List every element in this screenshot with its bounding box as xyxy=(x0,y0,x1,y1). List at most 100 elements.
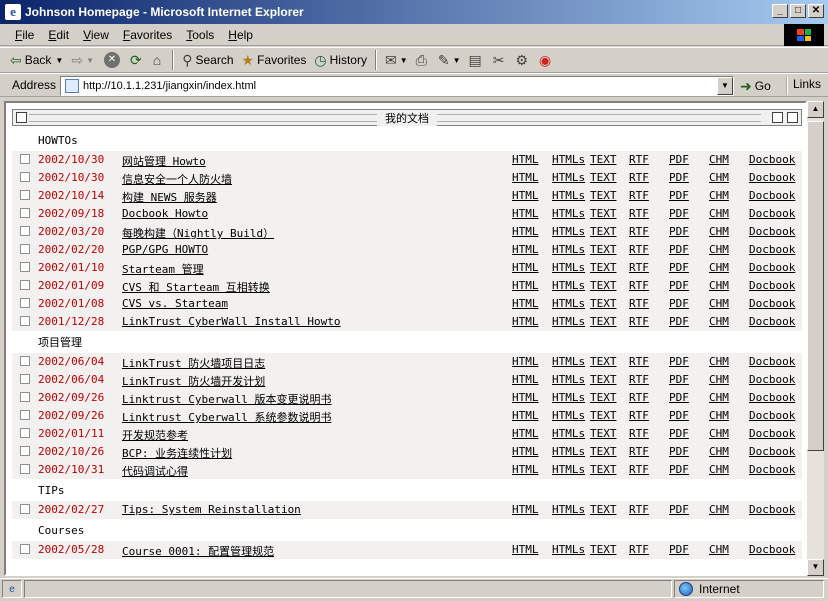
row-checkbox[interactable] xyxy=(20,262,30,272)
menu-help[interactable]: Help xyxy=(221,28,260,42)
format-link-docbook[interactable]: Docbook xyxy=(749,543,795,556)
format-link-htmls[interactable]: HTMLs xyxy=(552,153,585,166)
format-link-htmls[interactable]: HTMLs xyxy=(552,445,585,458)
format-link-docbook[interactable]: Docbook xyxy=(749,315,795,328)
row-checkbox[interactable] xyxy=(20,226,30,236)
format-link-text[interactable]: TEXT xyxy=(590,463,617,476)
format-link-htmls[interactable]: HTMLs xyxy=(552,261,585,274)
format-link-html[interactable]: HTML xyxy=(512,225,539,238)
format-link-rtf[interactable]: RTF xyxy=(629,543,649,556)
format-link-htmls[interactable]: HTMLs xyxy=(552,503,585,516)
document-title-link[interactable]: 每晚构建（Nightly Build） xyxy=(122,225,274,241)
format-link-rtf[interactable]: RTF xyxy=(629,409,649,422)
format-link-html[interactable]: HTML xyxy=(512,315,539,328)
row-checkbox[interactable] xyxy=(20,316,30,326)
links-button[interactable]: Links xyxy=(786,77,821,95)
tool-button[interactable]: ✂ xyxy=(489,49,512,71)
format-link-text[interactable]: TEXT xyxy=(590,261,617,274)
format-link-rtf[interactable]: RTF xyxy=(629,445,649,458)
go-button[interactable]: ➜ Go xyxy=(740,77,771,95)
format-link-pdf[interactable]: PDF xyxy=(669,391,689,404)
format-link-pdf[interactable]: PDF xyxy=(669,315,689,328)
menu-edit[interactable]: Edit xyxy=(41,28,76,42)
format-link-text[interactable]: TEXT xyxy=(590,543,617,556)
format-link-html[interactable]: HTML xyxy=(512,153,539,166)
row-checkbox[interactable] xyxy=(20,298,30,308)
scroll-up-button[interactable]: ▲ xyxy=(807,101,824,118)
format-link-text[interactable]: TEXT xyxy=(590,171,617,184)
format-link-text[interactable]: TEXT xyxy=(590,243,617,256)
format-link-docbook[interactable]: Docbook xyxy=(749,355,795,368)
print-button[interactable]: ⎙ xyxy=(412,49,434,71)
document-title-link[interactable]: Tips: System Reinstallation xyxy=(122,503,301,516)
document-title-link[interactable]: 开发规范参考 xyxy=(122,427,188,443)
panel-minimize-box[interactable] xyxy=(16,112,27,123)
format-link-text[interactable]: TEXT xyxy=(590,225,617,238)
row-checkbox[interactable] xyxy=(20,244,30,254)
format-link-htmls[interactable]: HTMLs xyxy=(552,279,585,292)
format-link-pdf[interactable]: PDF xyxy=(669,355,689,368)
forward-button[interactable]: ⇨ ▼ xyxy=(67,49,98,71)
format-link-chm[interactable]: CHM xyxy=(709,315,729,328)
format-link-chm[interactable]: CHM xyxy=(709,171,729,184)
format-link-pdf[interactable]: PDF xyxy=(669,503,689,516)
format-link-html[interactable]: HTML xyxy=(512,243,539,256)
format-link-rtf[interactable]: RTF xyxy=(629,225,649,238)
refresh-button[interactable]: ⟳ xyxy=(126,49,149,71)
document-title-link[interactable]: CVS vs. Starteam xyxy=(122,297,228,310)
format-link-text[interactable]: TEXT xyxy=(590,427,617,440)
format-link-htmls[interactable]: HTMLs xyxy=(552,427,585,440)
menu-view[interactable]: View xyxy=(76,28,116,42)
scroll-thumb[interactable] xyxy=(807,121,824,451)
edit-button[interactable]: ✎ ▼ xyxy=(434,49,465,71)
format-link-chm[interactable]: CHM xyxy=(709,409,729,422)
format-link-rtf[interactable]: RTF xyxy=(629,207,649,220)
format-link-docbook[interactable]: Docbook xyxy=(749,279,795,292)
format-link-pdf[interactable]: PDF xyxy=(669,171,689,184)
document-title-link[interactable]: Linktrust Cyberwall 版本变更说明书 xyxy=(122,391,331,407)
format-link-rtf[interactable]: RTF xyxy=(629,427,649,440)
format-link-html[interactable]: HTML xyxy=(512,279,539,292)
format-link-chm[interactable]: CHM xyxy=(709,225,729,238)
document-title-link[interactable]: LinkTrust 防火墙项目日志 xyxy=(122,355,265,371)
row-checkbox[interactable] xyxy=(20,374,30,384)
row-checkbox[interactable] xyxy=(20,410,30,420)
document-title-link[interactable]: 信息安全一个人防火墙 xyxy=(122,171,232,187)
format-link-chm[interactable]: CHM xyxy=(709,243,729,256)
document-title-link[interactable]: Linktrust Cyberwall 系统参数说明书 xyxy=(122,409,331,425)
format-link-html[interactable]: HTML xyxy=(512,409,539,422)
format-link-rtf[interactable]: RTF xyxy=(629,315,649,328)
format-link-chm[interactable]: CHM xyxy=(709,427,729,440)
format-link-docbook[interactable]: Docbook xyxy=(749,463,795,476)
format-link-docbook[interactable]: Docbook xyxy=(749,427,795,440)
format-link-rtf[interactable]: RTF xyxy=(629,189,649,202)
row-checkbox[interactable] xyxy=(20,464,30,474)
format-link-pdf[interactable]: PDF xyxy=(669,427,689,440)
format-link-htmls[interactable]: HTMLs xyxy=(552,297,585,310)
format-link-htmls[interactable]: HTMLs xyxy=(552,373,585,386)
format-link-chm[interactable]: CHM xyxy=(709,189,729,202)
format-link-chm[interactable]: CHM xyxy=(709,261,729,274)
format-link-html[interactable]: HTML xyxy=(512,171,539,184)
scroll-down-button[interactable]: ▼ xyxy=(807,559,824,576)
format-link-docbook[interactable]: Docbook xyxy=(749,153,795,166)
format-link-html[interactable]: HTML xyxy=(512,503,539,516)
format-link-docbook[interactable]: Docbook xyxy=(749,207,795,220)
format-link-text[interactable]: TEXT xyxy=(590,373,617,386)
format-link-text[interactable]: TEXT xyxy=(590,297,617,310)
format-link-chm[interactable]: CHM xyxy=(709,279,729,292)
vertical-scrollbar[interactable]: ▲ ▼ xyxy=(807,101,824,576)
format-link-chm[interactable]: CHM xyxy=(709,355,729,368)
document-title-link[interactable]: LinkTrust CyberWall Install Howto xyxy=(122,315,341,328)
format-link-html[interactable]: HTML xyxy=(512,445,539,458)
address-url[interactable]: http://10.1.1.231/jiangxin/index.html xyxy=(83,80,256,92)
format-link-pdf[interactable]: PDF xyxy=(669,373,689,386)
format-link-text[interactable]: TEXT xyxy=(590,207,617,220)
format-link-rtf[interactable]: RTF xyxy=(629,261,649,274)
format-link-chm[interactable]: CHM xyxy=(709,373,729,386)
format-link-docbook[interactable]: Docbook xyxy=(749,261,795,274)
format-link-pdf[interactable]: PDF xyxy=(669,261,689,274)
history-button[interactable]: ◷ History xyxy=(310,49,371,71)
format-link-html[interactable]: HTML xyxy=(512,297,539,310)
home-button[interactable]: ⌂ xyxy=(149,49,168,71)
